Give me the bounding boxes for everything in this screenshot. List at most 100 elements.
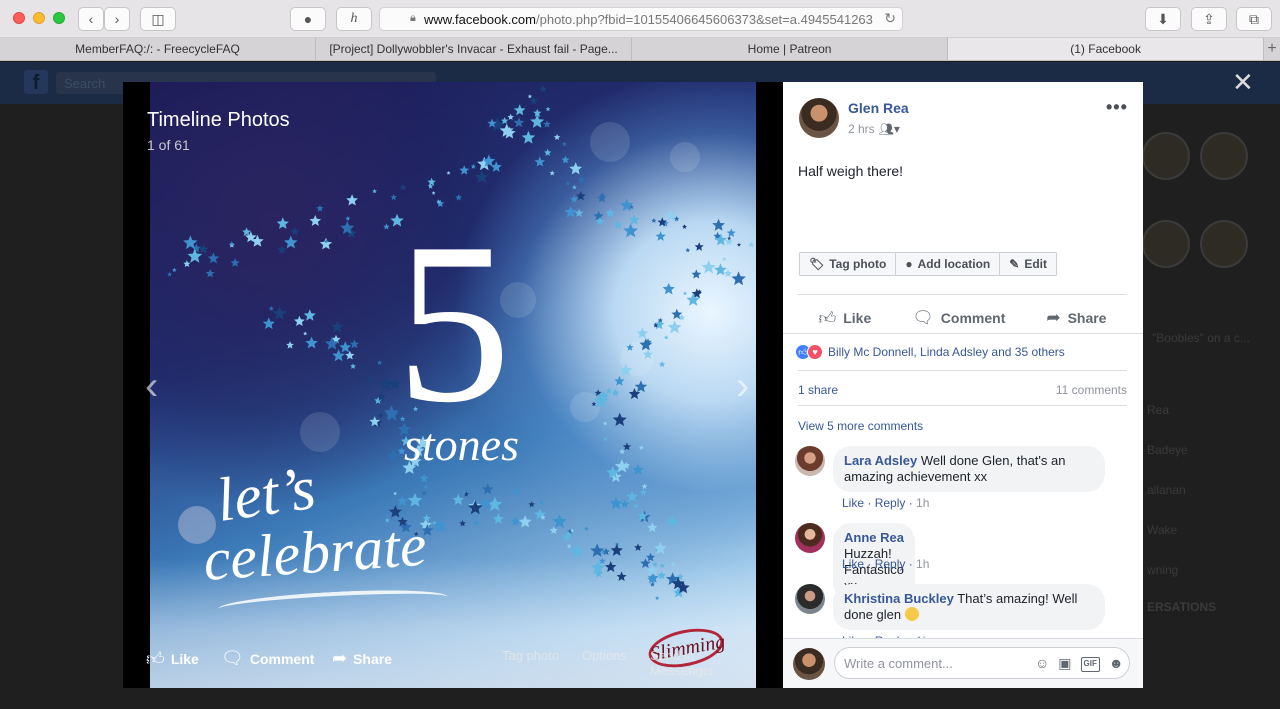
comment-like-link[interactable]: Like xyxy=(842,557,864,571)
background-text: Wake xyxy=(1147,523,1178,537)
new-tab-button[interactable]: + xyxy=(1264,38,1280,60)
shares-count[interactable]: 1 share xyxy=(798,383,838,397)
camera-icon[interactable]: ▣ xyxy=(1058,655,1071,672)
photo-like-button[interactable]: 👍︎ Like xyxy=(146,648,199,670)
post-meta: 2 hrs 👥︎▾ xyxy=(848,122,900,136)
star-shape xyxy=(183,260,191,267)
star-shape xyxy=(609,496,623,510)
star-shape xyxy=(513,104,526,116)
post-action-row: 👍︎ Like 🗨︎ Comment ➦ Share xyxy=(798,302,1127,334)
add-location-button[interactable]: ● Add location xyxy=(896,253,1001,275)
forward-button[interactable]: › xyxy=(104,7,130,31)
facebook-logo-icon: f xyxy=(24,70,48,94)
reload-icon[interactable]: ↻ xyxy=(884,10,896,27)
comment-time[interactable]: 1h xyxy=(916,557,929,571)
star-shape xyxy=(723,269,733,277)
previous-photo-icon[interactable]: ‹ xyxy=(145,366,158,406)
star-shape xyxy=(736,242,742,247)
star-shape xyxy=(303,331,308,336)
comment-reply-link[interactable]: Reply xyxy=(875,496,906,510)
star-shape xyxy=(339,341,352,353)
star-shape xyxy=(628,214,640,225)
extension-shield-button[interactable]: ● xyxy=(290,7,326,31)
background-text: "Boobles" on a c... xyxy=(1152,331,1250,345)
post-time[interactable]: 2 hrs xyxy=(848,122,875,136)
photo-options-link[interactable]: Options xyxy=(582,648,627,663)
photo-comment-button[interactable]: 🗨︎ Comment xyxy=(221,648,314,669)
sidebar-button[interactable]: ◫ xyxy=(140,7,176,31)
star-shape xyxy=(492,513,504,524)
commenter-avatar[interactable] xyxy=(795,523,825,553)
tab-patreon[interactable]: Home | Patreon xyxy=(632,38,949,60)
comment-reply-link[interactable]: Reply xyxy=(875,557,906,571)
background-avatar xyxy=(1142,132,1190,180)
photo-tag-link[interactable]: Tag photo xyxy=(502,648,559,663)
like-button[interactable]: 👍︎ Like xyxy=(818,308,871,329)
background-text: ERSATIONS xyxy=(1147,600,1217,614)
comments-count[interactable]: 11 comments xyxy=(1056,383,1127,397)
star-shape xyxy=(421,490,427,496)
post-panel: Glen Rea 2 hrs 👥︎▾ ••• Half weigh there!… xyxy=(783,82,1143,688)
commenter-avatar[interactable] xyxy=(795,446,825,476)
audience-friends-icon[interactable]: 👥︎▾ xyxy=(879,122,900,136)
next-photo-icon[interactable]: › xyxy=(736,366,749,406)
star-shape xyxy=(272,306,287,320)
close-lightbox-icon[interactable]: ✕ xyxy=(1232,69,1254,95)
tab-invacar[interactable]: [Project] Dollywobbler's Invacar - Exhau… xyxy=(316,38,633,60)
comment-button[interactable]: 🗨︎ Comment xyxy=(912,308,1005,328)
tab-overview-button[interactable]: ⧉ xyxy=(1236,7,1272,31)
photo-send-messenger-link[interactable]: Send in Messenger xyxy=(650,648,756,678)
tab-facebook[interactable]: (1) Facebook xyxy=(948,38,1265,60)
sticker-icon[interactable]: ☻ xyxy=(1109,655,1124,672)
more-options-icon[interactable]: ••• xyxy=(1106,97,1128,118)
lightbox-count: 1 of 61 xyxy=(147,137,190,153)
star-shape xyxy=(614,375,625,386)
photo-number: 5 xyxy=(396,195,511,450)
extension-button[interactable]: h xyxy=(336,7,372,31)
view-more-comments-link[interactable]: View 5 more comments xyxy=(798,419,923,433)
share-sheet-button[interactable]: ⇪ xyxy=(1191,7,1227,31)
star-shape xyxy=(657,570,666,580)
commenter-name[interactable]: Khristina Buckley xyxy=(844,591,954,606)
add-location-label: Add location xyxy=(917,257,991,271)
photo-share-label: Share xyxy=(353,650,393,667)
star-shape xyxy=(611,388,620,397)
star-shape xyxy=(305,336,318,349)
share-button[interactable]: ➦ Share xyxy=(1046,308,1106,328)
star-shape xyxy=(642,349,654,359)
comment-bubble: Khristina Buckley That’s amazing! Well d… xyxy=(833,584,1105,630)
commenter-name[interactable]: Anne Rea xyxy=(844,530,904,545)
address-bar[interactable]: 🔒︎ www.facebook.com/photo.php?fbid=10155… xyxy=(379,7,903,31)
emoji-picker-icon[interactable]: ☺ xyxy=(1035,655,1049,672)
comment-like-link[interactable]: Like xyxy=(842,496,864,510)
shield-icon: ● xyxy=(303,11,313,27)
star-shape xyxy=(284,235,298,249)
reactions-summary[interactable]: 👍︎ ♥ Billy Mc Donnell, Linda Adsley and … xyxy=(795,344,1065,360)
author-avatar[interactable] xyxy=(799,98,839,138)
share-icon: ⇪ xyxy=(1203,10,1215,27)
photo-share-button[interactable]: ➦ Share xyxy=(332,648,392,669)
background-text: allanan xyxy=(1147,483,1186,497)
tag-photo-button[interactable]: 🏷︎ Tag photo xyxy=(800,253,897,275)
star-shape xyxy=(634,543,642,551)
star-shape xyxy=(187,248,203,263)
star-shape xyxy=(722,256,727,261)
star-shape xyxy=(207,252,220,264)
edit-button[interactable]: ✎ Edit xyxy=(1000,253,1056,275)
minimize-window-button[interactable] xyxy=(33,12,45,24)
star-shape xyxy=(653,541,667,555)
close-window-button[interactable] xyxy=(13,12,25,24)
zoom-window-button[interactable] xyxy=(53,12,65,24)
star-shape xyxy=(570,195,579,203)
star-shape xyxy=(507,113,514,120)
back-button[interactable]: ‹ xyxy=(78,7,104,31)
comment-time[interactable]: 1h xyxy=(916,496,929,510)
post-author[interactable]: Glen Rea xyxy=(848,100,909,116)
commenter-name[interactable]: Lara Adsley xyxy=(844,453,917,468)
gif-icon[interactable]: GIF xyxy=(1080,657,1100,672)
downloads-button[interactable]: ⬇︎ xyxy=(1145,7,1181,31)
tab-freecycle[interactable]: MemberFAQ:/: - FreecycleFAQ xyxy=(0,38,317,60)
commenter-avatar[interactable] xyxy=(795,584,825,614)
comment-input[interactable]: Write a comment... ☺ ▣ GIF ☻ xyxy=(834,647,1130,679)
star-shape xyxy=(683,291,688,296)
